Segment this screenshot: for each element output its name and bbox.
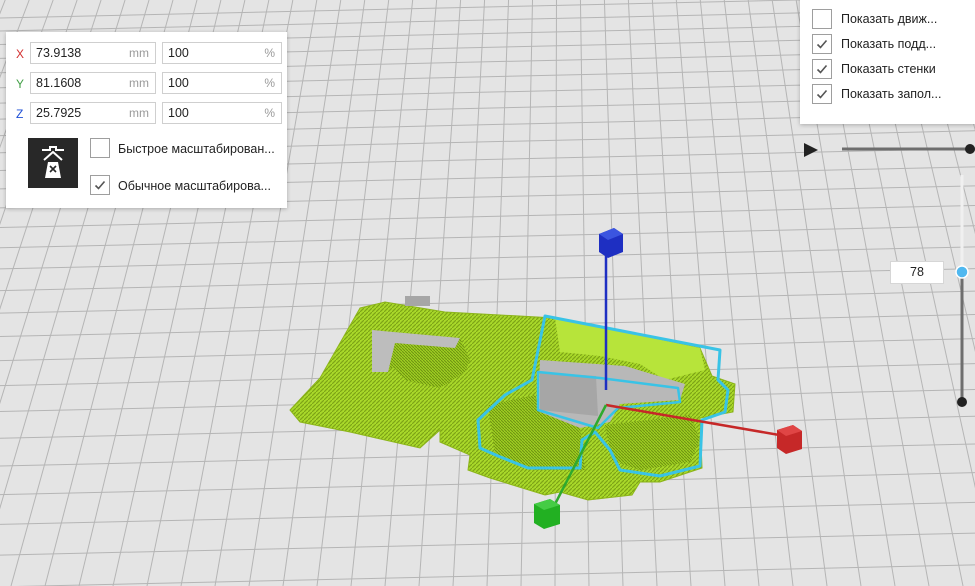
scale-y-mm-unit: mm	[129, 76, 149, 90]
scale-z-mm-unit: mm	[129, 106, 149, 120]
show-walls-checkbox[interactable]	[812, 59, 832, 79]
gizmo-y-handle[interactable]	[534, 499, 560, 529]
checkmark-icon	[816, 89, 828, 99]
quick-scale-checkbox[interactable]	[90, 138, 110, 158]
horizontal-slider-handle[interactable]	[965, 144, 975, 154]
axis-z-label: Z	[16, 107, 24, 121]
show-infill-checkbox[interactable]	[812, 84, 832, 104]
scale-row-x: X 73.9138 mm 100 %	[6, 42, 287, 68]
show-walls-label: Показать стенки	[841, 62, 936, 76]
vertical-slider-bottom-handle[interactable]	[957, 397, 967, 407]
scale-z-percent-unit: %	[264, 106, 275, 120]
uniform-scale-icon[interactable]	[28, 138, 78, 188]
scale-y-percent-input[interactable]: 100 %	[162, 72, 282, 94]
scale-z-percent-input[interactable]: 100 %	[162, 102, 282, 124]
scale-x-mm-unit: mm	[129, 46, 149, 60]
view-option-row[interactable]: Показать подд...	[812, 34, 972, 56]
show-support-checkbox[interactable]	[812, 34, 832, 54]
scale-x-percent-unit: %	[264, 46, 275, 60]
show-travel-checkbox[interactable]	[812, 9, 832, 29]
uniform-scale-label: Обычное масштабирова...	[118, 179, 271, 193]
scale-row-z: Z 25.7925 mm 100 %	[6, 102, 287, 128]
uniform-scale-checkbox[interactable]	[90, 175, 110, 195]
scale-x-mm-input[interactable]: 73.9138 mm	[30, 42, 156, 64]
scale-x-percent-value: 100	[168, 46, 189, 60]
checkmark-icon	[816, 39, 828, 49]
show-travel-label: Показать движ...	[841, 12, 938, 26]
axis-y-label: Y	[16, 77, 25, 91]
scale-z-mm-input[interactable]: 25.7925 mm	[30, 102, 156, 124]
scale-x-percent-input[interactable]: 100 %	[162, 42, 282, 64]
axis-x-label: X	[16, 47, 25, 61]
scale-z-mm-value: 25.7925	[36, 106, 82, 120]
scale-y-percent-unit: %	[264, 76, 275, 90]
layer-number-input[interactable]: 78	[890, 261, 944, 284]
scale-x-mm-value: 73.9138	[36, 46, 82, 60]
show-infill-label: Показать запол...	[841, 87, 942, 101]
scale-tool-panel: X 73.9138 mm 100 % Y 81.1608 mm 100 % Z …	[6, 32, 287, 208]
checkmark-icon	[816, 64, 828, 74]
view-options-panel: Показать движ... Показать подд... Показа…	[800, 0, 975, 124]
gizmo-x-handle[interactable]	[777, 425, 802, 454]
scale-y-percent-value: 100	[168, 76, 189, 90]
view-option-row[interactable]: Показать стенки	[812, 59, 972, 81]
vertical-slider-top-handle[interactable]	[955, 265, 969, 279]
scale-y-mm-input[interactable]: 81.1608 mm	[30, 72, 156, 94]
scale-row-y: Y 81.1608 mm 100 %	[6, 72, 287, 98]
scale-y-mm-value: 81.1608	[36, 76, 82, 90]
view-option-row[interactable]: Показать запол...	[812, 84, 972, 106]
scale-z-percent-value: 100	[168, 106, 189, 120]
quick-scale-label: Быстрое масштабирован...	[118, 142, 275, 156]
checkmark-icon	[94, 180, 106, 190]
view-option-row[interactable]: Показать движ...	[812, 9, 972, 31]
show-support-label: Показать подд...	[841, 37, 937, 51]
